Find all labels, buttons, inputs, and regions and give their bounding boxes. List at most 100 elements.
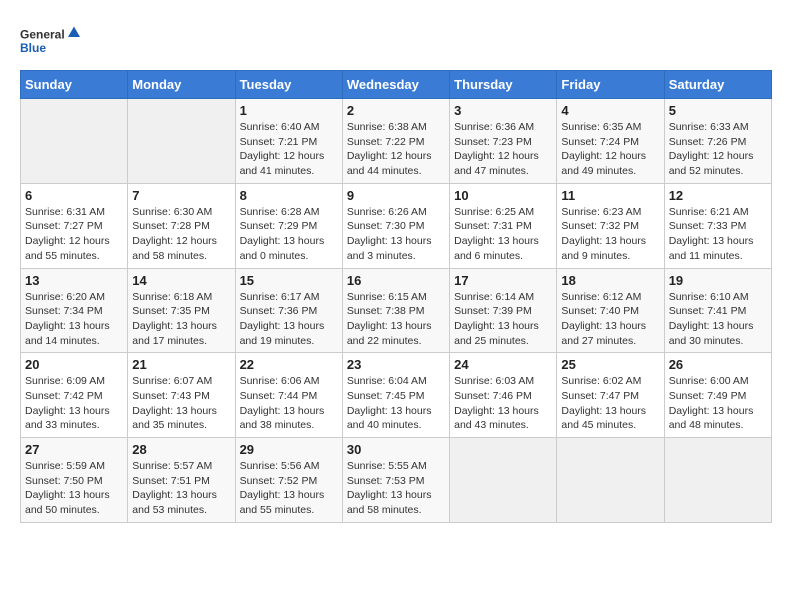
day-number: 1 (240, 103, 338, 118)
calendar-day-cell: 25Sunrise: 6:02 AMSunset: 7:47 PMDayligh… (557, 353, 664, 438)
day-detail: Sunrise: 6:00 AMSunset: 7:49 PMDaylight:… (669, 374, 767, 433)
day-detail: Sunrise: 6:15 AMSunset: 7:38 PMDaylight:… (347, 290, 445, 349)
day-number: 8 (240, 188, 338, 203)
day-detail: Sunrise: 6:40 AMSunset: 7:21 PMDaylight:… (240, 120, 338, 179)
weekday-header: Tuesday (235, 71, 342, 99)
day-detail: Sunrise: 6:28 AMSunset: 7:29 PMDaylight:… (240, 205, 338, 264)
calendar-day-cell: 21Sunrise: 6:07 AMSunset: 7:43 PMDayligh… (128, 353, 235, 438)
calendar-day-cell: 6 Sunrise: 6:31 AMSunset: 7:27 PMDaylight… (21, 183, 128, 268)
day-detail: Sunrise: 6:23 AMSunset: 7:32 PMDaylight:… (561, 205, 659, 264)
svg-text:General: General (20, 28, 65, 42)
calendar-week-row: 1 Sunrise: 6:40 AMSunset: 7:21 PMDaylight… (21, 99, 772, 184)
day-detail: Sunrise: 6:17 AMSunset: 7:36 PMDaylight:… (240, 290, 338, 349)
calendar-day-cell: 26 Sunrise: 6:00 AMSunset: 7:49 PMDayligh… (664, 353, 771, 438)
calendar-day-cell: 11 Sunrise: 6:23 AMSunset: 7:32 PMDayligh… (557, 183, 664, 268)
day-detail: Sunrise: 6:20 AMSunset: 7:34 PMDaylight:… (25, 290, 123, 349)
day-number: 29 (240, 442, 338, 457)
svg-text:Blue: Blue (20, 41, 46, 55)
day-detail: Sunrise: 6:03 AMSunset: 7:46 PMDaylight:… (454, 374, 552, 433)
day-number: 22 (240, 357, 338, 372)
day-number: 26 (669, 357, 767, 372)
calendar-day-cell: 10Sunrise: 6:25 AMSunset: 7:31 PMDayligh… (450, 183, 557, 268)
day-number: 12 (669, 188, 767, 203)
calendar-day-cell (21, 99, 128, 184)
day-number: 23 (347, 357, 445, 372)
calendar-header: SundayMondayTuesdayWednesdayThursdayFrid… (21, 71, 772, 99)
day-detail: Sunrise: 6:35 AMSunset: 7:24 PMDaylight:… (561, 120, 659, 179)
day-number: 6 (25, 188, 123, 203)
calendar-day-cell: 30 Sunrise: 5:55 AMSunset: 7:53 PMDayligh… (342, 438, 449, 523)
day-detail: Sunrise: 5:56 AMSunset: 7:52 PMDaylight:… (240, 459, 338, 518)
day-number: 7 (132, 188, 230, 203)
day-number: 28 (132, 442, 230, 457)
calendar-day-cell: 13 Sunrise: 6:20 AMSunset: 7:34 PMDayligh… (21, 268, 128, 353)
day-number: 24 (454, 357, 552, 372)
calendar-day-cell: 24 Sunrise: 6:03 AMSunset: 7:46 PMDayligh… (450, 353, 557, 438)
calendar-day-cell (128, 99, 235, 184)
day-number: 25 (561, 357, 659, 372)
calendar-day-cell: 27 Sunrise: 5:59 AMSunset: 7:50 PMDayligh… (21, 438, 128, 523)
calendar-day-cell: 1 Sunrise: 6:40 AMSunset: 7:21 PMDaylight… (235, 99, 342, 184)
day-number: 15 (240, 273, 338, 288)
calendar-week-row: 20Sunrise: 6:09 AMSunset: 7:42 PMDayligh… (21, 353, 772, 438)
calendar-day-cell: 23Sunrise: 6:04 AMSunset: 7:45 PMDayligh… (342, 353, 449, 438)
day-number: 19 (669, 273, 767, 288)
day-detail: Sunrise: 5:57 AMSunset: 7:51 PMDaylight:… (132, 459, 230, 518)
logo: General Blue (20, 20, 80, 60)
day-detail: Sunrise: 6:10 AMSunset: 7:41 PMDaylight:… (669, 290, 767, 349)
day-detail: Sunrise: 6:25 AMSunset: 7:31 PMDaylight:… (454, 205, 552, 264)
calendar-day-cell: 14Sunrise: 6:18 AMSunset: 7:35 PMDayligh… (128, 268, 235, 353)
day-number: 5 (669, 103, 767, 118)
day-number: 14 (132, 273, 230, 288)
day-detail: Sunrise: 6:07 AMSunset: 7:43 PMDaylight:… (132, 374, 230, 433)
calendar-day-cell: 20Sunrise: 6:09 AMSunset: 7:42 PMDayligh… (21, 353, 128, 438)
calendar-day-cell: 16 Sunrise: 6:15 AMSunset: 7:38 PMDayligh… (342, 268, 449, 353)
calendar-week-row: 13 Sunrise: 6:20 AMSunset: 7:34 PMDayligh… (21, 268, 772, 353)
calendar-day-cell: 7 Sunrise: 6:30 AMSunset: 7:28 PMDaylight… (128, 183, 235, 268)
day-number: 11 (561, 188, 659, 203)
calendar-day-cell (450, 438, 557, 523)
day-detail: Sunrise: 6:36 AMSunset: 7:23 PMDaylight:… (454, 120, 552, 179)
calendar-day-cell: 19 Sunrise: 6:10 AMSunset: 7:41 PMDayligh… (664, 268, 771, 353)
day-number: 13 (25, 273, 123, 288)
day-number: 18 (561, 273, 659, 288)
calendar-day-cell: 4Sunrise: 6:35 AMSunset: 7:24 PMDaylight… (557, 99, 664, 184)
calendar-day-cell (557, 438, 664, 523)
calendar-day-cell: 2 Sunrise: 6:38 AMSunset: 7:22 PMDaylight… (342, 99, 449, 184)
calendar-day-cell: 15 Sunrise: 6:17 AMSunset: 7:36 PMDayligh… (235, 268, 342, 353)
day-detail: Sunrise: 6:21 AMSunset: 7:33 PMDaylight:… (669, 205, 767, 264)
day-detail: Sunrise: 6:12 AMSunset: 7:40 PMDaylight:… (561, 290, 659, 349)
calendar-day-cell: 22 Sunrise: 6:06 AMSunset: 7:44 PMDayligh… (235, 353, 342, 438)
calendar-day-cell: 18 Sunrise: 6:12 AMSunset: 7:40 PMDayligh… (557, 268, 664, 353)
day-number: 16 (347, 273, 445, 288)
weekday-header: Saturday (664, 71, 771, 99)
weekday-header: Monday (128, 71, 235, 99)
logo-svg: General Blue (20, 20, 80, 60)
calendar-day-cell: 17Sunrise: 6:14 AMSunset: 7:39 PMDayligh… (450, 268, 557, 353)
calendar-table: SundayMondayTuesdayWednesdayThursdayFrid… (20, 70, 772, 523)
day-number: 27 (25, 442, 123, 457)
day-detail: Sunrise: 5:55 AMSunset: 7:53 PMDaylight:… (347, 459, 445, 518)
weekday-header: Thursday (450, 71, 557, 99)
weekday-header: Sunday (21, 71, 128, 99)
day-number: 30 (347, 442, 445, 457)
day-number: 9 (347, 188, 445, 203)
calendar-day-cell: 12 Sunrise: 6:21 AMSunset: 7:33 PMDayligh… (664, 183, 771, 268)
day-detail: Sunrise: 6:30 AMSunset: 7:28 PMDaylight:… (132, 205, 230, 264)
day-detail: Sunrise: 6:06 AMSunset: 7:44 PMDaylight:… (240, 374, 338, 433)
calendar-day-cell: 8 Sunrise: 6:28 AMSunset: 7:29 PMDaylight… (235, 183, 342, 268)
day-detail: Sunrise: 6:38 AMSunset: 7:22 PMDaylight:… (347, 120, 445, 179)
day-detail: Sunrise: 6:31 AMSunset: 7:27 PMDaylight:… (25, 205, 123, 264)
page-header: General Blue (20, 20, 772, 60)
day-number: 3 (454, 103, 552, 118)
weekday-header-row: SundayMondayTuesdayWednesdayThursdayFrid… (21, 71, 772, 99)
weekday-header: Wednesday (342, 71, 449, 99)
calendar-week-row: 27 Sunrise: 5:59 AMSunset: 7:50 PMDayligh… (21, 438, 772, 523)
day-detail: Sunrise: 6:26 AMSunset: 7:30 PMDaylight:… (347, 205, 445, 264)
calendar-week-row: 6 Sunrise: 6:31 AMSunset: 7:27 PMDaylight… (21, 183, 772, 268)
day-detail: Sunrise: 5:59 AMSunset: 7:50 PMDaylight:… (25, 459, 123, 518)
day-number: 20 (25, 357, 123, 372)
weekday-header: Friday (557, 71, 664, 99)
day-number: 2 (347, 103, 445, 118)
day-number: 17 (454, 273, 552, 288)
